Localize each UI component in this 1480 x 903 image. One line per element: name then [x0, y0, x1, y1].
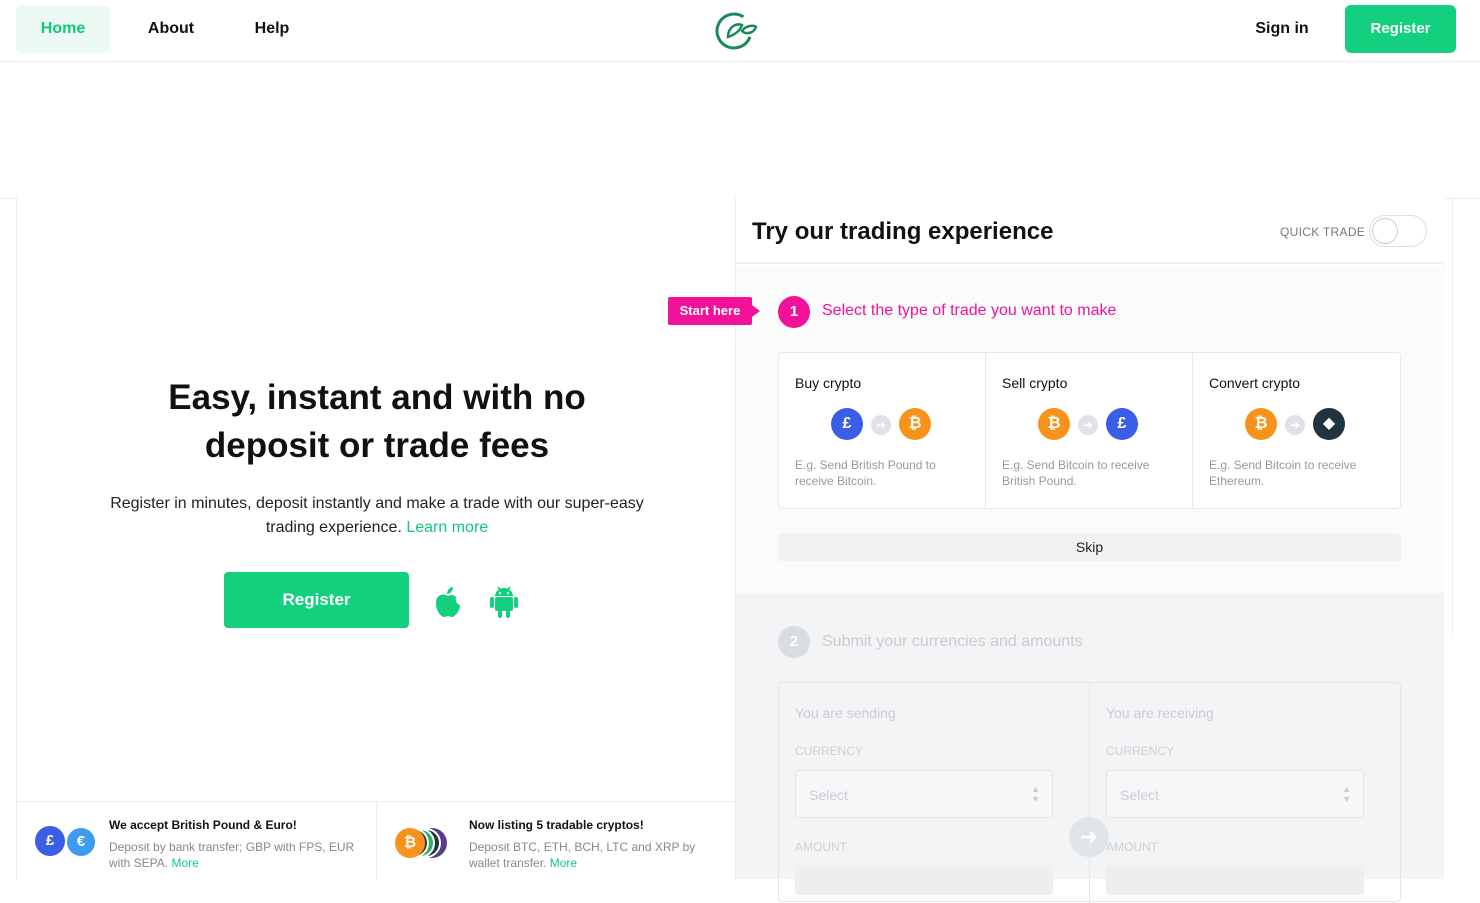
step-2-label: Submit your currencies and amounts — [822, 633, 1083, 650]
select-placeholder: Select — [1120, 787, 1159, 803]
start-here-badge: Start here — [668, 297, 760, 325]
feature-title: Now listing 5 tradable cryptos! — [469, 818, 644, 832]
bitcoin-icon: ₿ — [1245, 408, 1277, 440]
sending-amount-input[interactable] — [795, 865, 1053, 895]
toggle-knob — [1372, 218, 1398, 244]
option-sell-crypto[interactable]: Sell crypto ₿ ➜ £ E.g. Send Bitcoin to r… — [986, 353, 1193, 508]
step-number-badge: 1 — [778, 296, 810, 328]
option-desc: E.g. Send Bitcoin to receive Ethereum. — [1209, 458, 1357, 488]
hero-title-line-1: Easy, instant and with no — [168, 378, 586, 417]
option-title: Buy crypto — [795, 375, 862, 391]
trading-panel: Try our trading experience QUICK TRADE S… — [668, 198, 1444, 903]
register-button-header[interactable]: Register — [1345, 5, 1456, 53]
select-caret-icon: ▲ ▼ — [1342, 784, 1351, 804]
step-number-badge: 2 — [778, 626, 810, 658]
receiving-amount-input[interactable] — [1106, 865, 1364, 895]
receiving-currency-select[interactable]: Select ▲ ▼ — [1106, 770, 1364, 818]
hero-subtitle-text: Register in minutes, deposit instantly a… — [110, 495, 644, 536]
gbp-icon: £ — [35, 826, 65, 856]
gbp-icon: £ — [831, 408, 863, 440]
sending-currency-select[interactable]: Select ▲ ▼ — [795, 770, 1053, 818]
arrow-right-icon: ➜ — [1285, 415, 1305, 435]
bitcoin-icon: ₿ — [1038, 408, 1070, 440]
hero-title: Easy, instant and with no deposit or tra… — [17, 374, 737, 470]
feature-title: We accept British Pound & Euro! — [109, 818, 297, 832]
option-title: Sell crypto — [1002, 375, 1068, 391]
top-navigation: Home About Help Sign in Register — [0, 0, 1480, 62]
feature-cryptos: ₿ Now listing 5 tradable cryptos! Deposi… — [377, 802, 736, 880]
amount-label: AMOUNT — [795, 840, 847, 854]
bitcoin-icon: ₿ — [899, 408, 931, 440]
receiving-column: You are receiving CURRENCY Select ▲ ▼ AMO… — [1090, 683, 1401, 903]
feature-desc-text: Deposit BTC, ETH, BCH, LTC and XRP by wa… — [469, 840, 696, 870]
feature-fiat: £ € We accept British Pound & Euro! Depo… — [17, 802, 377, 880]
nav-help[interactable]: Help — [232, 5, 312, 53]
feature-desc: Deposit BTC, ETH, BCH, LTC and XRP by wa… — [469, 839, 729, 871]
more-link[interactable]: More — [550, 856, 577, 870]
hero-subtitle: Register in minutes, deposit instantly a… — [107, 492, 647, 540]
currency-label: CURRENCY — [795, 744, 864, 758]
feature-desc-text: Deposit by bank transfer; GBP with FPS, … — [109, 840, 355, 870]
ethereum-icon: ◆ — [1313, 408, 1345, 440]
receiving-title: You are receiving — [1106, 705, 1214, 721]
arrow-right-icon: ➜ — [1078, 415, 1098, 435]
skip-button[interactable]: Skip — [778, 533, 1401, 561]
feature-strip: £ € We accept British Pound & Euro! Depo… — [17, 801, 736, 880]
trading-title: Try our trading experience — [752, 218, 1054, 245]
apple-icon[interactable] — [433, 584, 463, 618]
option-convert-crypto[interactable]: Convert crypto ₿ ➜ ◆ E.g. Send Bitcoin t… — [1193, 353, 1400, 508]
more-link[interactable]: More — [171, 856, 198, 870]
currency-form: You are sending CURRENCY Select ▲ ▼ AMOUN… — [778, 682, 1401, 903]
quick-trade-toggle[interactable] — [1369, 215, 1427, 247]
hero-panel: Easy, instant and with no deposit or tra… — [16, 198, 737, 880]
trading-header: Try our trading experience QUICK TRADE — [736, 198, 1444, 264]
amount-label: AMOUNT — [1106, 840, 1158, 854]
gbp-icon: £ — [1106, 408, 1138, 440]
signin-link[interactable]: Sign in — [1242, 5, 1322, 53]
nav-home[interactable]: Home — [16, 5, 110, 53]
quick-trade-label: QUICK TRADE — [1280, 225, 1366, 239]
option-desc: E.g. Send British Pound to receive Bitco… — [795, 458, 936, 488]
learn-more-link[interactable]: Learn more — [406, 519, 488, 536]
arrow-right-icon: ➜ — [1069, 817, 1109, 857]
euro-icon: € — [65, 826, 97, 858]
option-title: Convert crypto — [1209, 375, 1301, 391]
step-1-section: Start here 1 Select the type of trade yo… — [668, 266, 1444, 593]
option-desc: E.g. Send Bitcoin to receive British Pou… — [1002, 458, 1150, 488]
hero-title-line-2: deposit or trade fees — [204, 426, 550, 465]
feature-desc: Deposit by bank transfer; GBP with FPS, … — [109, 839, 369, 871]
logo-icon[interactable] — [714, 9, 758, 51]
sending-title: You are sending — [795, 705, 896, 721]
option-buy-crypto[interactable]: Buy crypto £ ➜ ₿ E.g. Send British Pound… — [779, 353, 986, 508]
bitcoin-icon: ₿ — [395, 828, 425, 858]
arrow-right-icon: ➜ — [871, 415, 891, 435]
currency-label: CURRENCY — [1106, 744, 1175, 758]
step-2-section: 2 Submit your currencies and amounts You… — [736, 593, 1444, 903]
select-caret-icon: ▲ ▼ — [1031, 784, 1040, 804]
nav-about[interactable]: About — [126, 5, 216, 53]
step-1-label: Select the type of trade you want to mak… — [822, 302, 1117, 319]
register-button[interactable]: Register — [224, 572, 409, 628]
trade-type-options: Buy crypto £ ➜ ₿ E.g. Send British Pound… — [778, 352, 1401, 509]
android-icon[interactable] — [489, 584, 519, 618]
divider — [1452, 198, 1453, 634]
select-placeholder: Select — [809, 787, 848, 803]
sending-column: You are sending CURRENCY Select ▲ ▼ AMOUN… — [779, 683, 1090, 903]
